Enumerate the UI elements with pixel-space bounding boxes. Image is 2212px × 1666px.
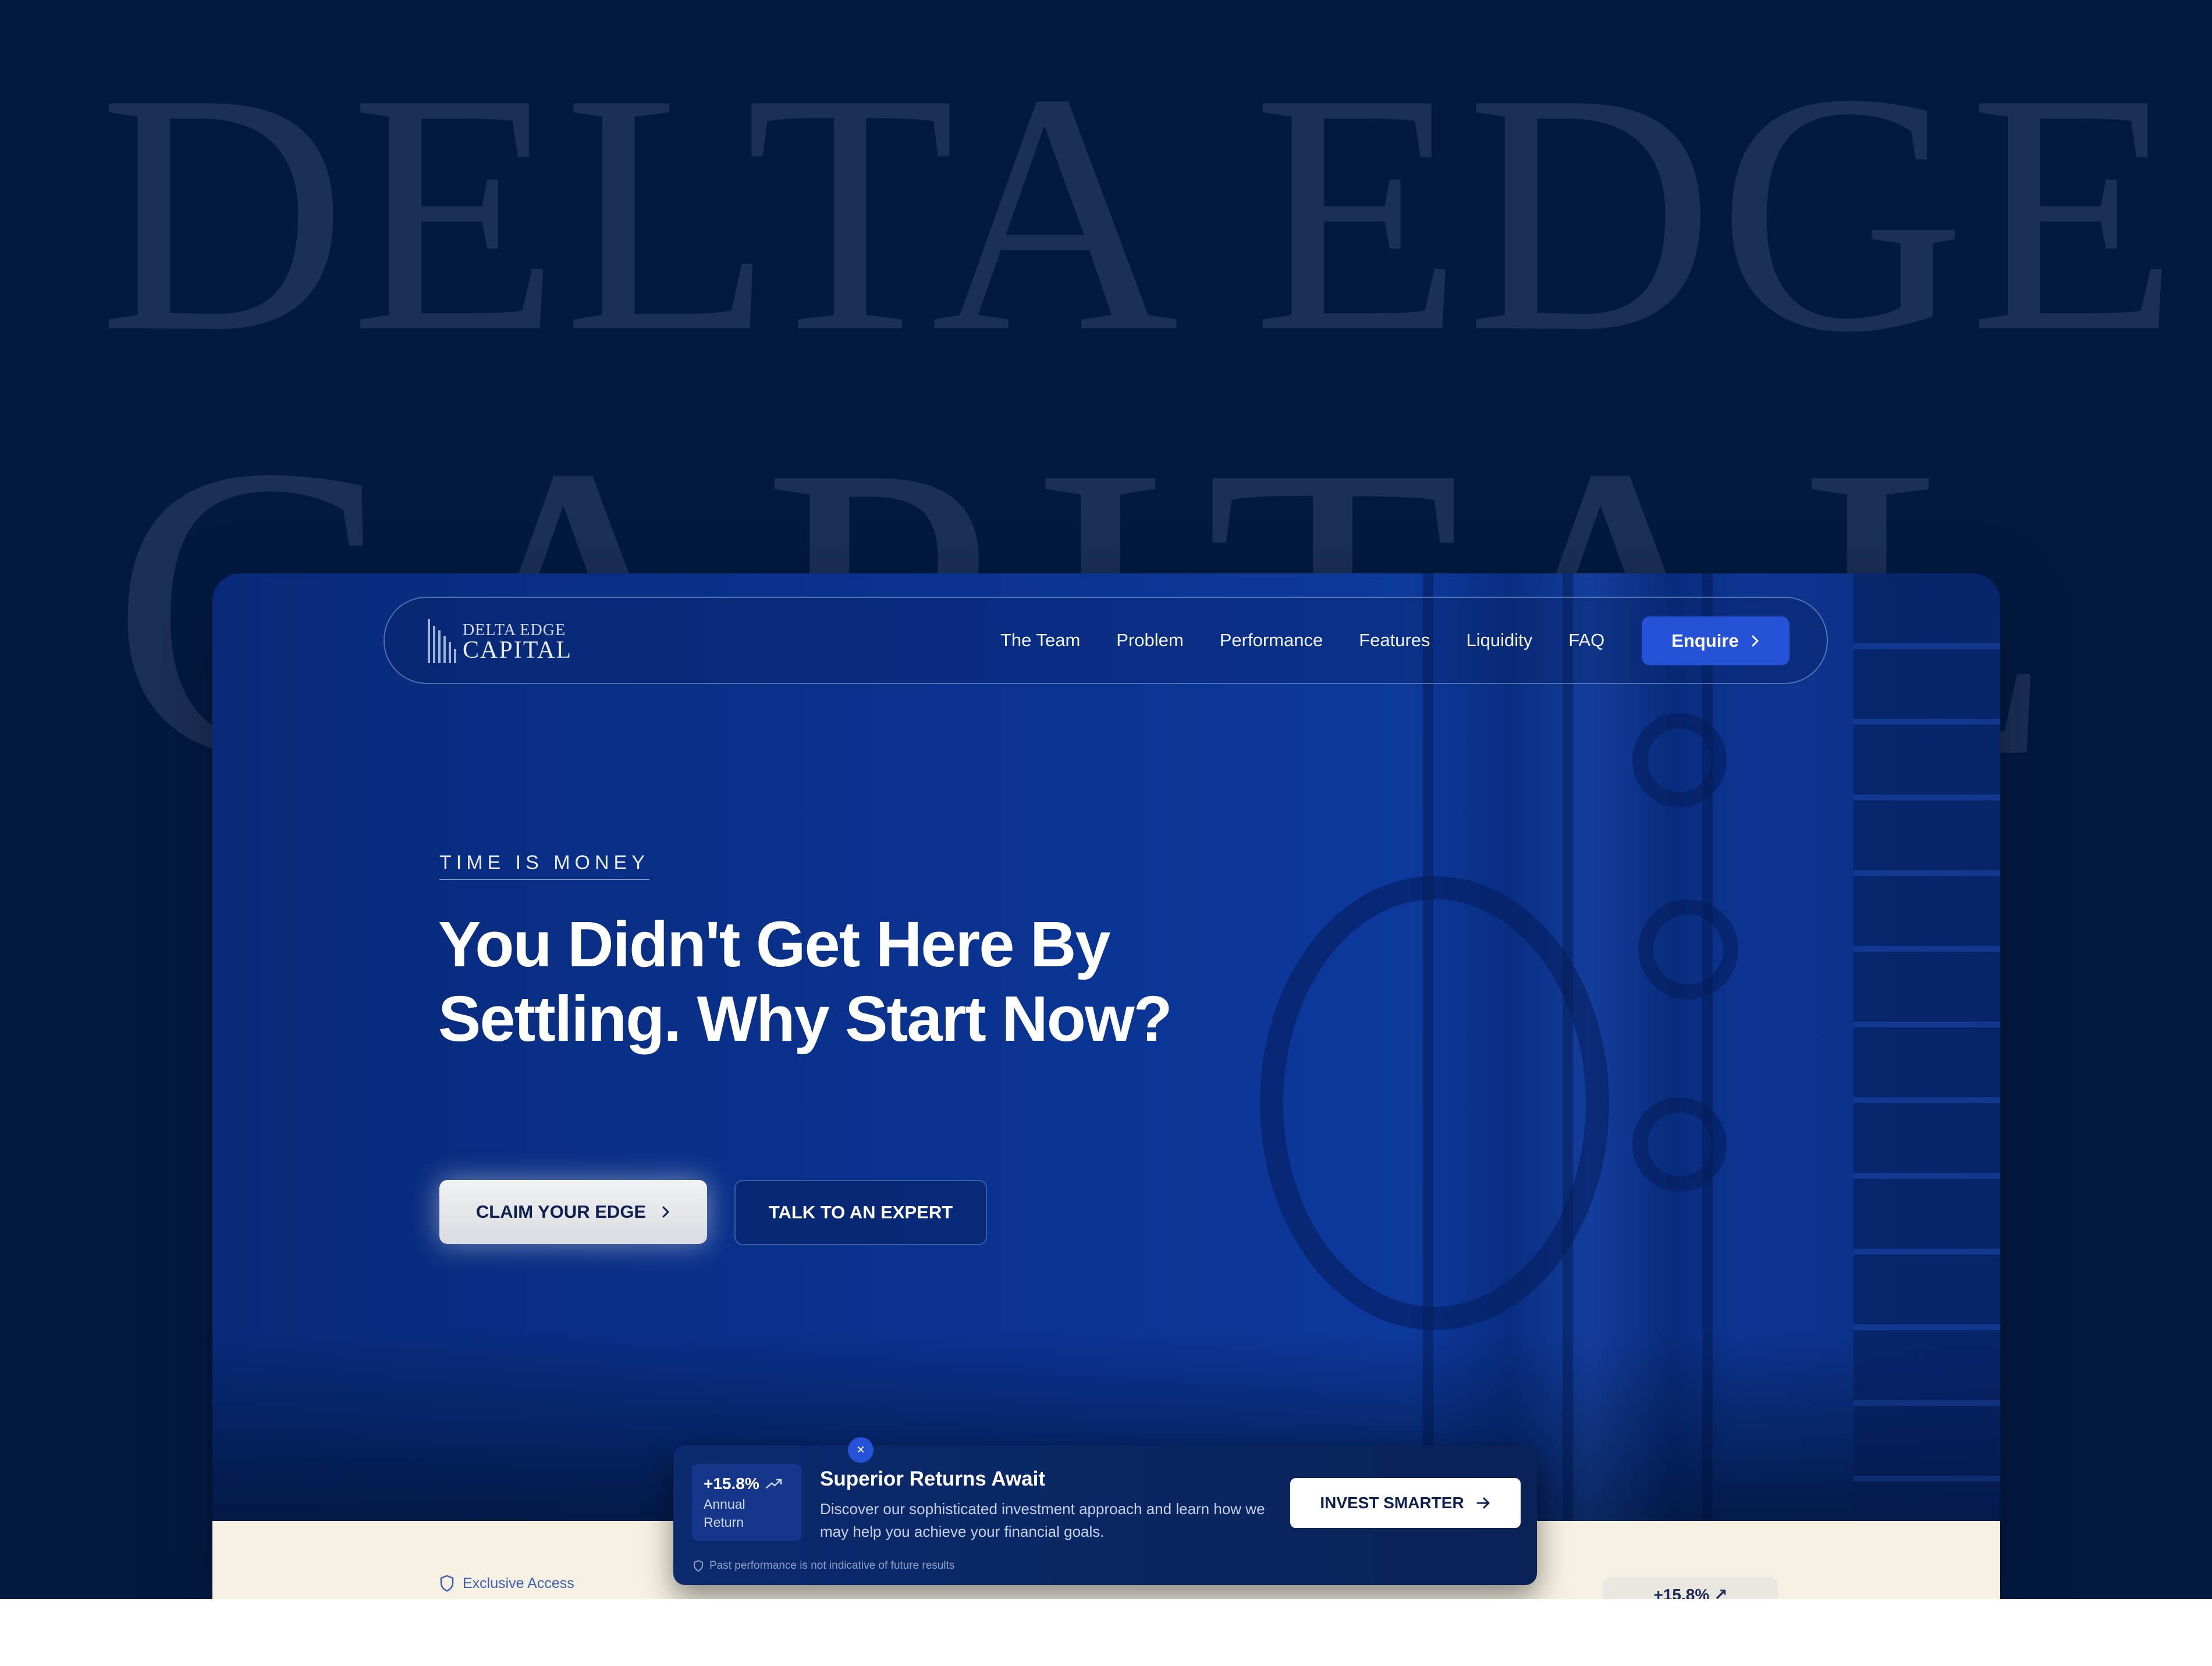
exclusive-access-label: Exclusive Access xyxy=(463,1575,574,1591)
chevron-right-icon xyxy=(662,1206,669,1218)
arrow-right-icon xyxy=(1476,1497,1490,1509)
chevron-right-icon xyxy=(1752,635,1759,647)
nav-link-features[interactable]: Features xyxy=(1359,630,1430,651)
popup-title: Superior Returns Await xyxy=(820,1468,1046,1490)
trend-up-icon xyxy=(765,1479,782,1489)
nav-link-performance[interactable]: Performance xyxy=(1220,630,1323,651)
logo-text-bottom: CAPITAL xyxy=(463,637,572,664)
invest-smarter-label: INVEST SMARTER xyxy=(1320,1494,1464,1512)
popup-description: Discover our sophisticated investment ap… xyxy=(820,1500,1265,1540)
annual-return-stat: +15.8% Annual Return xyxy=(692,1464,801,1541)
nav-link-the-team[interactable]: The Team xyxy=(1000,630,1080,651)
page-footer-space xyxy=(0,1599,2212,1666)
top-navigation: DELTA EDGE CAPITAL The Team Problem Perf… xyxy=(384,597,1828,684)
logo[interactable]: DELTA EDGE CAPITAL xyxy=(428,615,579,665)
close-icon: × xyxy=(856,1442,865,1458)
enquire-button[interactable]: Enquire xyxy=(1642,616,1790,665)
logo-mark-icon xyxy=(428,619,458,663)
claim-label: CLAIM YOUR EDGE xyxy=(475,1201,647,1222)
page-background: DELTA EDGE CAPITAL xyxy=(0,0,2212,1599)
close-popup-button[interactable]: × xyxy=(848,1437,874,1463)
shield-icon xyxy=(694,1560,703,1572)
annual-return-label-1: Annual xyxy=(704,1497,745,1512)
disclaimer: Past performance is not indicative of fu… xyxy=(693,1559,954,1572)
claim-your-edge-button[interactable]: CLAIM YOUR EDGE xyxy=(439,1180,707,1244)
hero-eyebrow: TIME IS MONEY xyxy=(439,852,649,880)
shield-icon xyxy=(440,1575,454,1592)
return-stat-card: +15.8% ↗ xyxy=(1603,1577,1778,1599)
returns-popup: +15.8% Annual Return Superior Returns Aw… xyxy=(673,1445,1537,1585)
nav-link-problem[interactable]: Problem xyxy=(1116,630,1183,651)
hero-headline: You Didn't Get Here By Settling. Why Sta… xyxy=(438,909,1173,1055)
background-wordmark-line1: DELTA EDGE xyxy=(99,22,2182,403)
hero-section: DELTA EDGE CAPITAL The Team Problem Perf… xyxy=(212,573,2000,1521)
nav-links: The Team Problem Performance Features Li… xyxy=(1000,598,1604,683)
invest-smarter-button[interactable]: INVEST SMARTER xyxy=(1290,1478,1521,1528)
disclaimer-text: Past performance is not indicative of fu… xyxy=(709,1559,955,1572)
enquire-label: Enquire xyxy=(1671,630,1739,651)
annual-return-label-2: Return xyxy=(704,1515,744,1530)
nav-link-liquidity[interactable]: Liquidity xyxy=(1467,630,1533,651)
nav-link-faq[interactable]: FAQ xyxy=(1568,630,1604,651)
exclusive-access-badge: Exclusive Access xyxy=(439,1575,574,1592)
annual-return-value: +15.8% xyxy=(704,1474,759,1493)
talk-to-expert-button[interactable]: TALK TO AN EXPERT xyxy=(734,1180,987,1245)
